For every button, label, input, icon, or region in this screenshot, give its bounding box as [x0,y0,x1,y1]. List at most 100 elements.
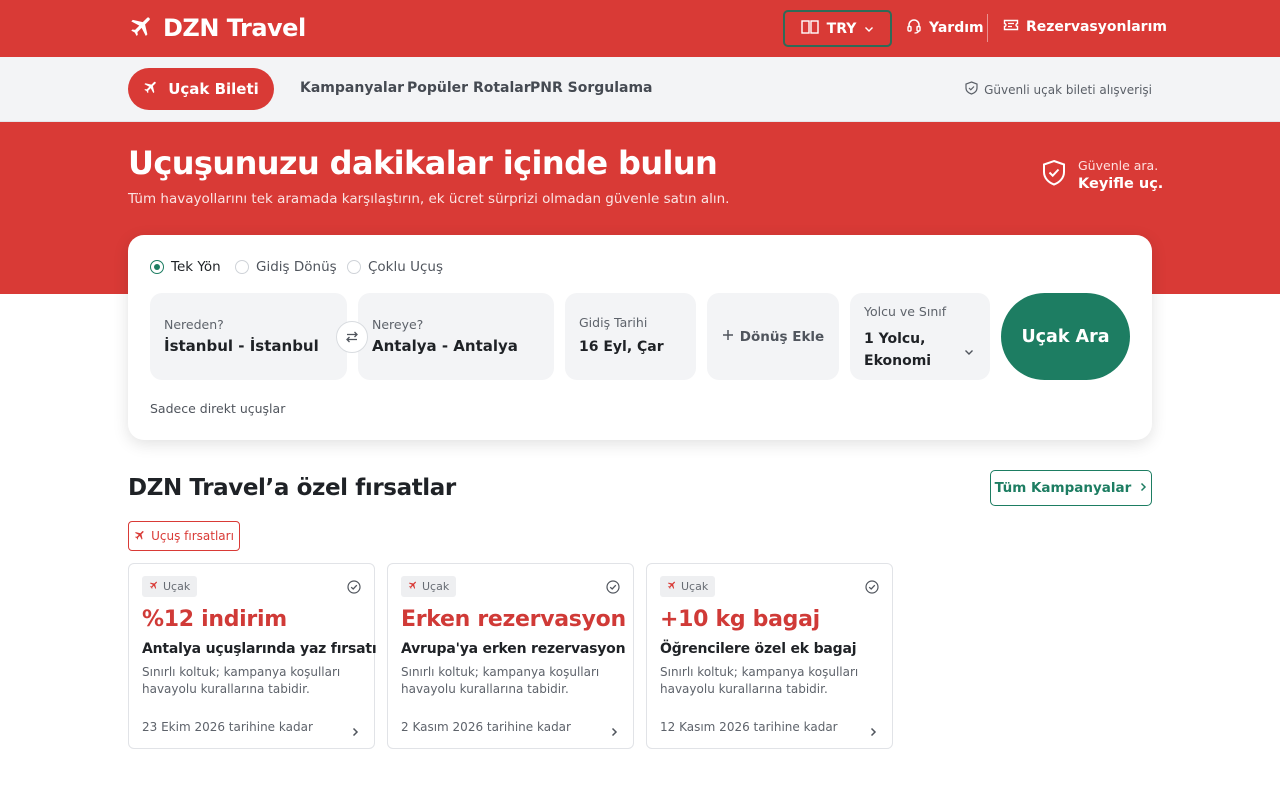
logo[interactable]: DZN Travel [129,13,306,43]
filter-chip-flight-deals[interactable]: Uçuş fırsatları [128,521,240,551]
deal-card[interactable]: Uçak +10 kg bagaj Öğrencilere özel ek ba… [646,563,893,749]
secure-shopping-note: Güvenli uçak bileti alışverişi [965,81,1152,98]
trip-type-label: Çoklu Uçuş [368,259,443,275]
radio-checked-icon [150,260,164,274]
help-label: Yardım [929,20,984,36]
help-link[interactable]: Yardım [906,18,984,38]
nav-pnr-lookup[interactable]: PNR Sorgulama [530,80,653,96]
chevron-right-icon [1139,480,1147,496]
deal-description: Sınırlı koltuk; kampanya koşulları havay… [660,665,859,696]
radio-unchecked-icon [235,260,249,274]
category-tag: Uçak [401,576,457,597]
tag-label: Uçak [163,580,191,593]
deals-title: DZN Travel’a özel fırsatlar [128,475,456,501]
chevron-right-icon [351,722,359,741]
hero-title: Uçuşunuzu dakikalar içinde bulun [128,144,718,182]
deal-description: Sınırlı koltuk; kampanya koşulları havay… [401,665,600,696]
plane-icon [143,79,159,99]
swap-button[interactable] [336,321,368,353]
destination-label: Nereye? [372,317,424,332]
plane-icon [667,580,677,593]
trust-badge: Güvenle ara. Keyifle uç. [1042,158,1163,192]
add-return-label: Dönüş Ekle [739,328,825,345]
trust-text-big: Keyifle uç. [1078,176,1164,192]
date-value: 16 Eyl, Çar [579,339,664,355]
all-campaigns-button[interactable]: Tüm Kampanyalar [990,470,1152,506]
plane-icon [134,529,146,544]
deal-subtitle: Öğrencilere özel ek bagaj [660,641,857,657]
deal-title: %12 indirim [142,607,287,632]
currency-selector[interactable]: TRY [783,10,892,47]
tab-flight-ticket[interactable]: Uçak Bileti [128,68,274,110]
nav-popular-routes[interactable]: Popüler Rotalar [407,80,531,96]
deal-card[interactable]: Uçak %12 indirim Antalya uçuşlarında yaz… [128,563,377,749]
tag-label: Uçak [681,580,709,593]
flight-search-form: Tek Yön Gidiş Dönüş Çoklu Uçuş Nereden? … [128,235,1152,440]
departure-date-field[interactable]: Gidiş Tarihi 16 Eyl, Çar [565,293,696,380]
plus-icon [722,329,734,345]
divider [987,14,988,42]
check-circle-icon [865,579,879,598]
deal-title: Erken rezervasyon [401,607,626,632]
swap-arrows-icon [345,328,359,347]
sub-nav: Uçak Bileti Kampanyalar Popüler Rotalar … [0,57,1280,122]
trip-type-one-way[interactable]: Tek Yön [150,259,221,275]
headset-icon [906,18,922,38]
date-label: Gidiş Tarihi [579,315,648,330]
trust-text-small: Güvenle ara. [1078,158,1159,173]
deal-expiry: 23 Ekim 2026 tarihine kadar [142,720,313,734]
origin-field[interactable]: Nereden? İstanbul - İstanbul [150,293,347,380]
hero-subtitle: Tüm havayollarını tek aramada karşılaştı… [128,191,730,207]
flag-icon [800,19,819,38]
trip-type-label: Tek Yön [171,259,221,275]
deal-card[interactable]: Uçak Erken rezervasyon Avrupa'ya erken r… [387,563,634,749]
passenger-class-field[interactable]: Yolcu ve Sınıf 1 Yolcu, Ekonomi [850,293,990,380]
reservations-label: Rezervasyonlarım [1026,19,1167,35]
deal-expiry: 2 Kasım 2026 tarihine kadar [401,720,571,734]
shield-check-icon [1042,159,1066,191]
plane-icon [149,580,159,593]
passenger-count: 1 Yolcu, [864,331,926,347]
plane-icon [408,580,418,593]
chevron-right-icon [610,722,618,741]
all-campaigns-label: Tüm Kampanyalar [994,480,1132,496]
deal-subtitle: Antalya uçuşlarında yaz fırsatı [142,641,377,657]
reservations-link[interactable]: Rezervasyonlarım [1003,18,1167,36]
tab-label: Uçak Bileti [168,80,259,98]
cabin-class: Ekonomi [864,353,932,369]
destination-value: Antalya - Antalya [372,337,518,355]
deal-title: +10 kg bagaj [660,607,820,632]
shield-check-icon [965,81,978,98]
chevron-down-icon [964,341,974,360]
destination-field[interactable]: Nereye? Antalya - Antalya [358,293,554,380]
top-bar: DZN Travel TRY Yardım Rezervasyonlarım [0,0,1280,57]
check-circle-icon [606,579,620,598]
deal-description: Sınırlı koltuk; kampanya koşulları havay… [142,665,341,696]
origin-value: İstanbul - İstanbul [164,337,319,355]
radio-unchecked-icon [347,260,361,274]
category-tag: Uçak [660,576,716,597]
ticket-icon [1003,18,1019,36]
plane-logo-icon [129,13,155,43]
chevron-right-icon [869,722,877,741]
passenger-value: 1 Yolcu, Ekonomi [864,328,931,372]
direct-flights-option[interactable]: Sadece direkt uçuşlar [150,401,285,416]
chevron-down-icon [864,21,874,37]
brand-name: DZN Travel [163,14,306,42]
deal-subtitle: Avrupa'ya erken rezervasyon [401,641,626,657]
check-circle-icon [347,579,361,598]
add-return-button[interactable]: Dönüş Ekle [707,293,839,380]
nav-campaigns[interactable]: Kampanyalar [300,80,404,96]
deal-expiry: 12 Kasım 2026 tarihine kadar [660,720,838,734]
trip-type-label: Gidiş Dönüş [256,259,337,275]
search-flights-button[interactable]: Uçak Ara [1001,293,1130,380]
chip-label: Uçuş fırsatları [151,529,234,543]
passenger-label: Yolcu ve Sınıf [864,304,947,319]
origin-label: Nereden? [164,317,224,332]
category-tag: Uçak [142,576,198,597]
trip-type-multi-city[interactable]: Çoklu Uçuş [347,259,443,275]
secure-label: Güvenli uçak bileti alışverişi [984,82,1152,97]
currency-label: TRY [826,20,857,37]
trip-type-round-trip[interactable]: Gidiş Dönüş [235,259,337,275]
tag-label: Uçak [422,580,450,593]
